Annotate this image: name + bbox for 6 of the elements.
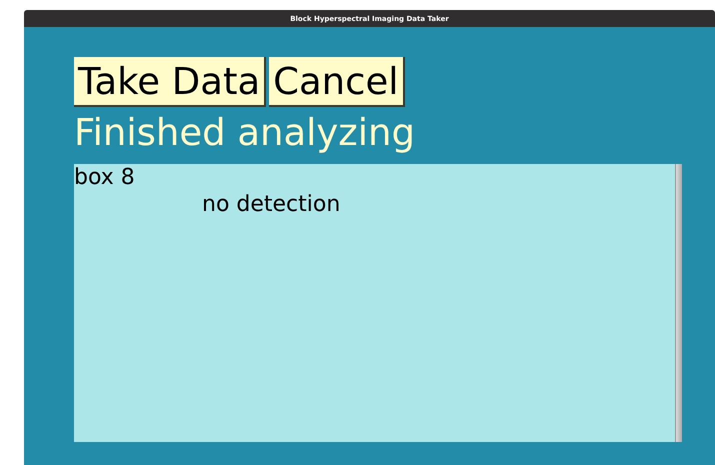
- log-line: box 8: [74, 165, 135, 190]
- log-line: no detection: [201, 192, 340, 217]
- cancel-button[interactable]: Cancel: [269, 57, 404, 107]
- status-text: Finished analyzing: [74, 111, 416, 155]
- take-data-button[interactable]: Take Data: [74, 57, 266, 107]
- scrollbar[interactable]: [675, 164, 682, 442]
